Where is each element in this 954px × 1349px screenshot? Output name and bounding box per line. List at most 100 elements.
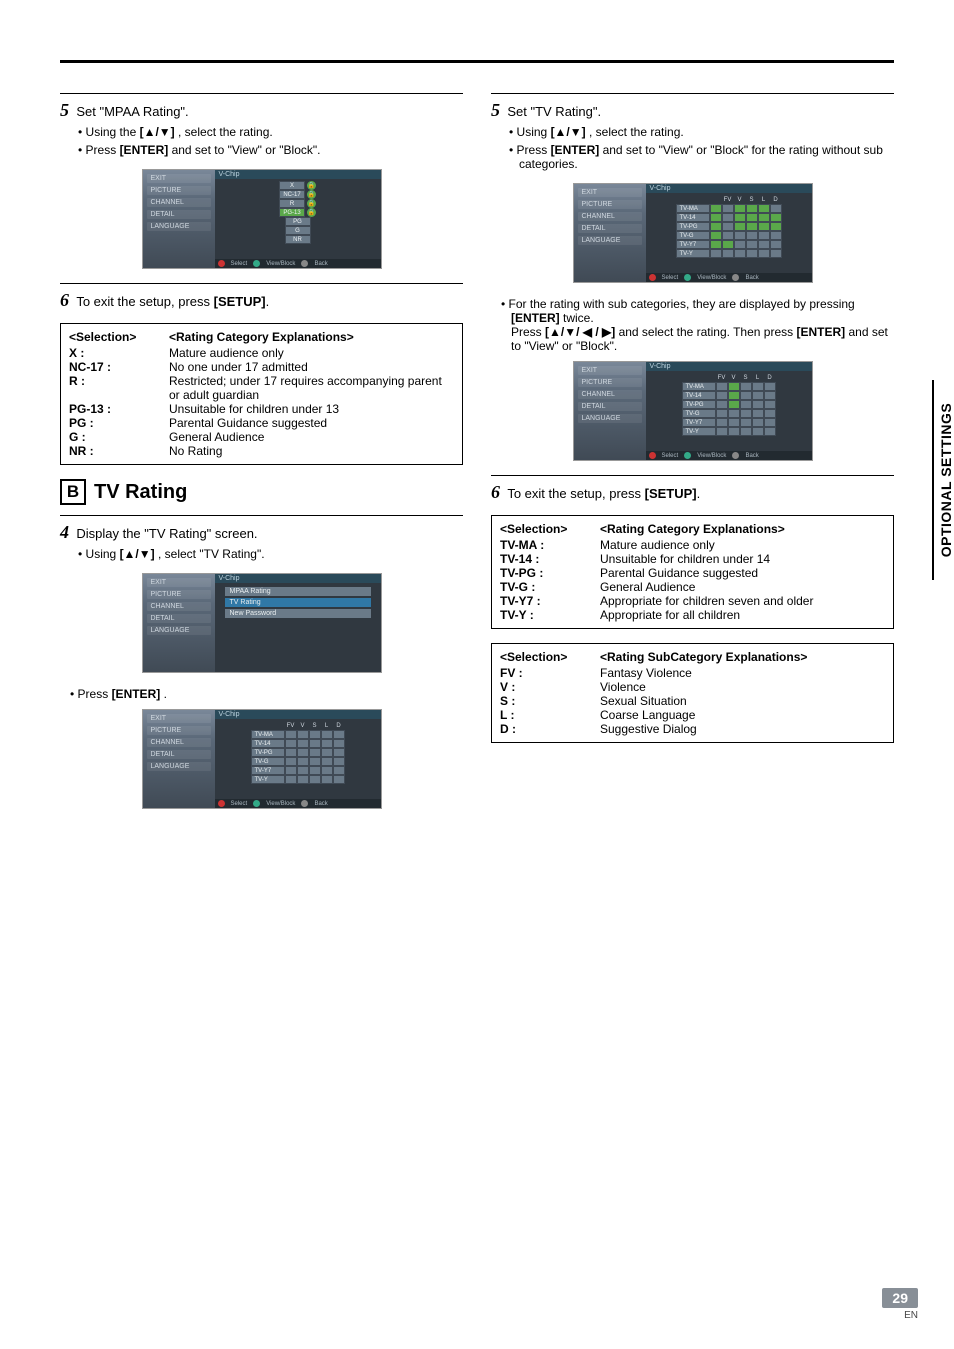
- sidebar-item: CHANNEL: [578, 390, 642, 399]
- bullet: Using the [▲/▼] , select the rating.: [78, 125, 463, 139]
- sidebar-item: PICTURE: [147, 186, 211, 195]
- def-key: TV-Y :: [500, 608, 600, 622]
- text: For the rating with sub categories, they…: [509, 297, 855, 311]
- rating-item: R: [279, 199, 305, 208]
- sidebar-item: PICTURE: [147, 726, 211, 735]
- grid-row: TV-MA: [676, 204, 710, 213]
- dot-icon: [684, 274, 691, 281]
- two-column-layout: 5 Set "MPAA Rating". Using the [▲/▼] , s…: [60, 93, 894, 823]
- sidebar-item: DETAIL: [147, 750, 211, 759]
- sidebar-item: DETAIL: [578, 224, 642, 233]
- sidebar-item: LANGUAGE: [578, 236, 642, 245]
- key-label: [▲/▼]: [140, 125, 175, 139]
- sidebar-item: PICTURE: [147, 590, 211, 599]
- grid-row: TV-PG: [676, 222, 710, 231]
- grid-col: V: [734, 195, 746, 204]
- grid-col: D: [770, 195, 782, 204]
- sidebar-item: PICTURE: [578, 200, 642, 209]
- text: .: [697, 486, 701, 501]
- foot-label: Select: [231, 801, 248, 807]
- bullet: Using [▲/▼] , select the rating.: [509, 125, 894, 139]
- bullet: Press [ENTER] .: [70, 687, 463, 701]
- lock-icon: 🔒: [307, 181, 316, 190]
- grid-row: TV-Y7: [251, 766, 285, 775]
- def-key: NR :: [69, 444, 169, 458]
- sidebar-item: DETAIL: [147, 210, 211, 219]
- grid-col: S: [309, 721, 321, 730]
- dot-icon: [301, 260, 308, 267]
- def-key: X :: [69, 346, 169, 360]
- grid-row: TV-Y: [682, 427, 716, 436]
- page-footer: 29 EN: [882, 1288, 918, 1321]
- def-key: V :: [500, 680, 600, 694]
- left-column: 5 Set "MPAA Rating". Using the [▲/▼] , s…: [60, 93, 463, 823]
- text: Using the: [86, 125, 140, 139]
- key-label: [ENTER]: [511, 311, 560, 325]
- text: , select the rating.: [589, 125, 684, 139]
- dot-icon: [301, 800, 308, 807]
- rating-item: PG: [285, 217, 311, 226]
- rating-item-selected: PG-13: [279, 208, 305, 217]
- vchip-sidebar: EXIT PICTURE CHANNEL DETAIL LANGUAGE: [143, 170, 215, 268]
- foot-label: Select: [662, 275, 679, 281]
- bullet: For the rating with sub categories, they…: [501, 297, 894, 325]
- foot-label: View/Block: [266, 261, 295, 267]
- step-text: To exit the setup, press [SETUP].: [507, 486, 700, 501]
- text: and set to "View" or "Block".: [172, 143, 321, 157]
- sidebar-item: EXIT: [147, 174, 211, 183]
- dot-icon: [218, 260, 225, 267]
- def-val: Sexual Situation: [600, 694, 885, 708]
- sidebar-item: PICTURE: [578, 378, 642, 387]
- grid-col: S: [740, 373, 752, 382]
- section-b-heading: B TV Rating: [60, 479, 463, 505]
- right-step6: 6 To exit the setup, press [SETUP].: [491, 475, 894, 503]
- step-text: Set "TV Rating".: [507, 104, 601, 119]
- foot-label: Back: [745, 275, 758, 281]
- vchip-screenshot-tvgrid: EXIT PICTURE CHANNEL DETAIL LANGUAGE V-C…: [60, 709, 463, 809]
- step-number: 6: [491, 482, 500, 502]
- def-val: Appropriate for all children: [600, 608, 885, 622]
- page-lang: EN: [882, 1310, 918, 1321]
- col-head: <Rating Category Explanations>: [169, 330, 354, 344]
- col-head: <Selection>: [69, 330, 169, 344]
- vchip-title: V-Chip: [215, 574, 381, 583]
- grid-col: V: [728, 373, 740, 382]
- key-label: [SETUP]: [645, 486, 697, 501]
- key-label: [SETUP]: [214, 294, 266, 309]
- grid-col: FV: [716, 373, 728, 382]
- def-val: Violence: [600, 680, 885, 694]
- right-column: 5 Set "TV Rating". Using [▲/▼] , select …: [491, 93, 894, 823]
- step-number: 5: [60, 100, 69, 120]
- menu-item-selected: TV Rating: [225, 598, 371, 607]
- foot-label: View/Block: [266, 801, 295, 807]
- def-key: NC-17 :: [69, 360, 169, 374]
- grid-col: S: [746, 195, 758, 204]
- foot-label: View/Block: [697, 453, 726, 459]
- def-key: L :: [500, 708, 600, 722]
- step-number: 6: [60, 290, 69, 310]
- def-key: R :: [69, 374, 169, 388]
- step-text: To exit the setup, press [SETUP].: [76, 294, 269, 309]
- sidebar-item: EXIT: [147, 578, 211, 587]
- step-number: 4: [60, 522, 69, 542]
- vchip-title: V-Chip: [646, 362, 812, 371]
- sidebar-item: CHANNEL: [147, 198, 211, 207]
- text: twice.: [563, 311, 594, 325]
- top-rule: [60, 60, 894, 63]
- dot-icon: [684, 452, 691, 459]
- sidebar-item: EXIT: [578, 366, 642, 375]
- def-key: D :: [500, 722, 600, 736]
- dot-icon: [732, 452, 739, 459]
- grid-row: TV-MA: [682, 382, 716, 391]
- dot-icon: [253, 800, 260, 807]
- left-step6: 6 To exit the setup, press [SETUP].: [60, 283, 463, 311]
- def-val: Parental Guidance suggested: [600, 566, 885, 580]
- foot-label: Back: [314, 801, 327, 807]
- sidebar-item: LANGUAGE: [578, 414, 642, 423]
- def-val: Fantasy Violence: [600, 666, 885, 680]
- foot-label: Back: [314, 261, 327, 267]
- key-label: [▲/▼/ ◀ / ▶]: [545, 325, 615, 339]
- def-key: FV :: [500, 666, 600, 680]
- step-text: Set "MPAA Rating".: [76, 104, 188, 119]
- text: , select the rating.: [178, 125, 273, 139]
